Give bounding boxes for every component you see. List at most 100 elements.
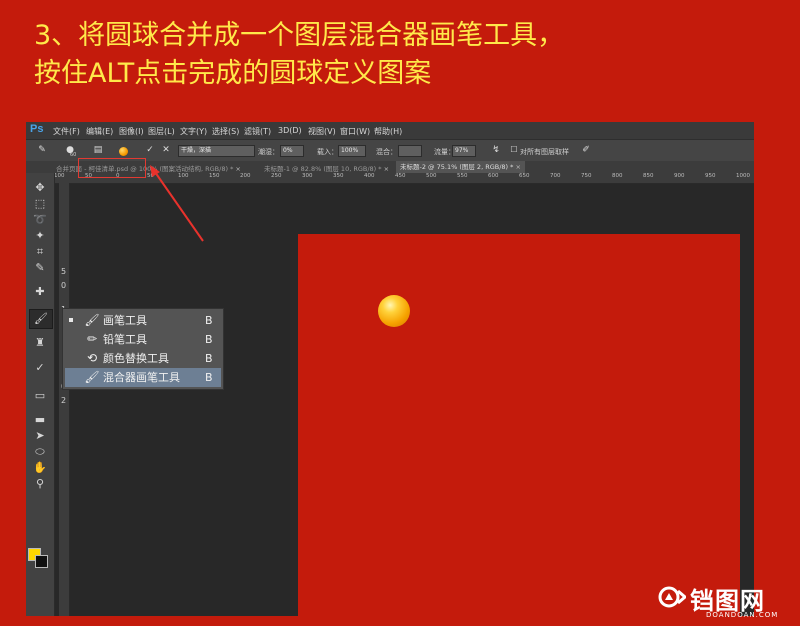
ruler-tick: 650 [519, 173, 530, 179]
watermark-logo-icon [658, 586, 686, 608]
tool-preset-icon[interactable]: ✎ [36, 144, 48, 156]
ruler-tick: 50 [147, 173, 154, 179]
ruler-tick: 900 [674, 173, 685, 179]
instruction-line-2: 按住ALT点击完成的圆球定义图案 [34, 58, 432, 89]
ruler-tick: 100 [54, 173, 65, 179]
hand-icon: ✋ [33, 461, 47, 474]
healing-brush-tool[interactable]: ✚ [29, 283, 51, 301]
menu-window[interactable]: 窗口(W) [340, 126, 370, 137]
lasso-icon: ➰ [33, 213, 47, 226]
ruler-tick: 950 [705, 173, 716, 179]
wet-field[interactable]: 0% [280, 145, 304, 157]
menu-file[interactable]: 文件(F) [53, 126, 80, 137]
ruler-tick: 400 [364, 173, 375, 179]
shape-icon: ⬭ [35, 445, 45, 458]
pencil-icon: ✏ [86, 332, 98, 346]
magic-wand-icon: ✦ [35, 229, 45, 242]
stamp-tool[interactable]: ♜ [29, 334, 51, 352]
shortcut-key: B [205, 352, 213, 365]
airbrush-icon[interactable]: ↯ [490, 144, 502, 156]
wet-label: 潮湿： [258, 148, 279, 156]
tab-close-icon[interactable]: × [515, 163, 520, 171]
zoom-tool[interactable]: ⚲ [29, 475, 51, 493]
document-canvas[interactable] [298, 234, 740, 616]
active-tool-indicator [69, 318, 73, 322]
ruler-tick: 250 [271, 173, 282, 179]
tools-panel: ✥ ⬚ ➰ ✦ ⌗ ✎ ✚ 🖌 ♜ ✓ ▭ ▬ ➤ ⬭ ✋ ⚲ [26, 173, 55, 616]
ruler-tick: 500 [426, 173, 437, 179]
load-field[interactable]: 100% [338, 145, 366, 157]
sample-all-label: 对所有图层取样 [520, 148, 569, 156]
history-brush-icon: ✓ [35, 361, 45, 374]
flyout-item[interactable]: 🖌 混合器画笔工具 B [65, 368, 221, 387]
ruler-tick: 450 [395, 173, 406, 179]
eraser-tool[interactable]: ▭ [29, 387, 51, 405]
ruler-tick: 100 [178, 173, 189, 179]
ruler-tick: 350 [333, 173, 344, 179]
ruler-tick: 200 [240, 173, 251, 179]
menu-help[interactable]: 帮助(H) [374, 126, 402, 137]
menu-layer[interactable]: 图层(L) [148, 126, 175, 137]
flow-field[interactable]: 97% [452, 145, 476, 157]
tab-doc-3[interactable]: 未标题-2 @ 75.1% (图层 2, RGB/8) * × [396, 161, 525, 173]
shortcut-key: B [205, 314, 213, 327]
brush-icon: 🖌 [84, 313, 100, 327]
zoom-icon: ⚲ [35, 477, 45, 490]
menu-filter[interactable]: 滤镜(T) [244, 126, 271, 137]
menu-edit[interactable]: 编辑(E) [86, 126, 113, 137]
ruler-vertical: 50102 [59, 183, 70, 616]
current-load-swatch[interactable] [119, 147, 128, 156]
ruler-tick: 750 [581, 173, 592, 179]
tab-close-icon[interactable]: × [235, 165, 240, 173]
mix-label: 混合： [376, 148, 397, 156]
ruler-tick: 150 [209, 173, 220, 179]
marquee-icon: ⬚ [34, 197, 46, 210]
gradient-icon: ▬ [34, 413, 46, 426]
photoshop-window: Ps 文件(F) 编辑(E) 图像(I) 图层(L) 文字(Y) 选择(S) 滤… [26, 122, 754, 616]
brush-tool[interactable]: 🖌 [29, 309, 53, 329]
flyout-item[interactable]: ✏ 铅笔工具 B [65, 330, 221, 349]
flyout-item-label: 画笔工具 [103, 314, 147, 327]
tab-close-icon[interactable]: × [384, 165, 389, 173]
ruler-tick: 5 [61, 267, 67, 276]
ruler-tick: 800 [612, 173, 623, 179]
flyout-item[interactable]: ⟲ 颜色替换工具 B [65, 349, 221, 368]
shortcut-key: B [205, 371, 213, 384]
menu-type[interactable]: 文字(Y) [180, 126, 207, 137]
brush-icon: 🖌 [34, 312, 48, 325]
background-color-swatch[interactable] [35, 555, 48, 568]
photoshop-logo: Ps [30, 123, 44, 135]
ruler-tick: 2 [61, 396, 67, 405]
history-brush-tool[interactable]: ✓ [29, 359, 51, 377]
mixer-brush-icon: 🖌 [84, 370, 100, 384]
menu-bar: Ps 文件(F) 编辑(E) 图像(I) 图层(L) 文字(Y) 选择(S) 滤… [26, 122, 754, 139]
mix-field[interactable] [398, 145, 422, 157]
eyedropper-tool[interactable]: ✎ [29, 259, 51, 277]
clean-brush-icon[interactable]: ✕ [160, 144, 172, 156]
menu-select[interactable]: 选择(S) [212, 126, 239, 137]
tab-doc-2[interactable]: 未标题-1 @ 82.8% (图层 10, RGB/8) * × [264, 163, 389, 173]
menu-view[interactable]: 视图(V) [308, 126, 336, 137]
ruler-tick: 550 [457, 173, 468, 179]
ruler-tick: 0 [61, 281, 67, 290]
flyout-item-label: 颜色替换工具 [103, 352, 169, 365]
pressure-icon[interactable]: ✐ [580, 144, 592, 156]
flyout-item-label: 混合器画笔工具 [103, 371, 180, 384]
load-brush-icon[interactable]: ✓ [144, 144, 156, 156]
orange-sphere [378, 295, 410, 327]
eraser-icon: ▭ [34, 389, 46, 402]
flyout-item[interactable]: 🖌 画笔工具 B [65, 311, 221, 330]
flyout-item-label: 铅笔工具 [103, 333, 147, 346]
path-select-icon: ➤ [35, 429, 45, 442]
brush-tool-flyout: 🖌 画笔工具 B ✏ 铅笔工具 B ⟲ 颜色替换工具 B 🖌 混合器画笔工具 B [62, 308, 224, 390]
watermark-url: DOANDOAN.COM [706, 611, 779, 619]
move-icon: ✥ [35, 181, 45, 194]
sample-all-checkbox[interactable]: ☐ [508, 144, 520, 156]
brush-panel-icon[interactable]: ▤ [92, 144, 104, 156]
menu-3d[interactable]: 3D(D) [278, 126, 302, 135]
shortcut-key: B [205, 333, 213, 346]
mix-preset-select[interactable]: 干燥，深描 [178, 145, 255, 157]
ruler-tick: 850 [643, 173, 654, 179]
menu-image[interactable]: 图像(I) [119, 126, 144, 137]
brush-size-value: 60 [70, 152, 77, 158]
